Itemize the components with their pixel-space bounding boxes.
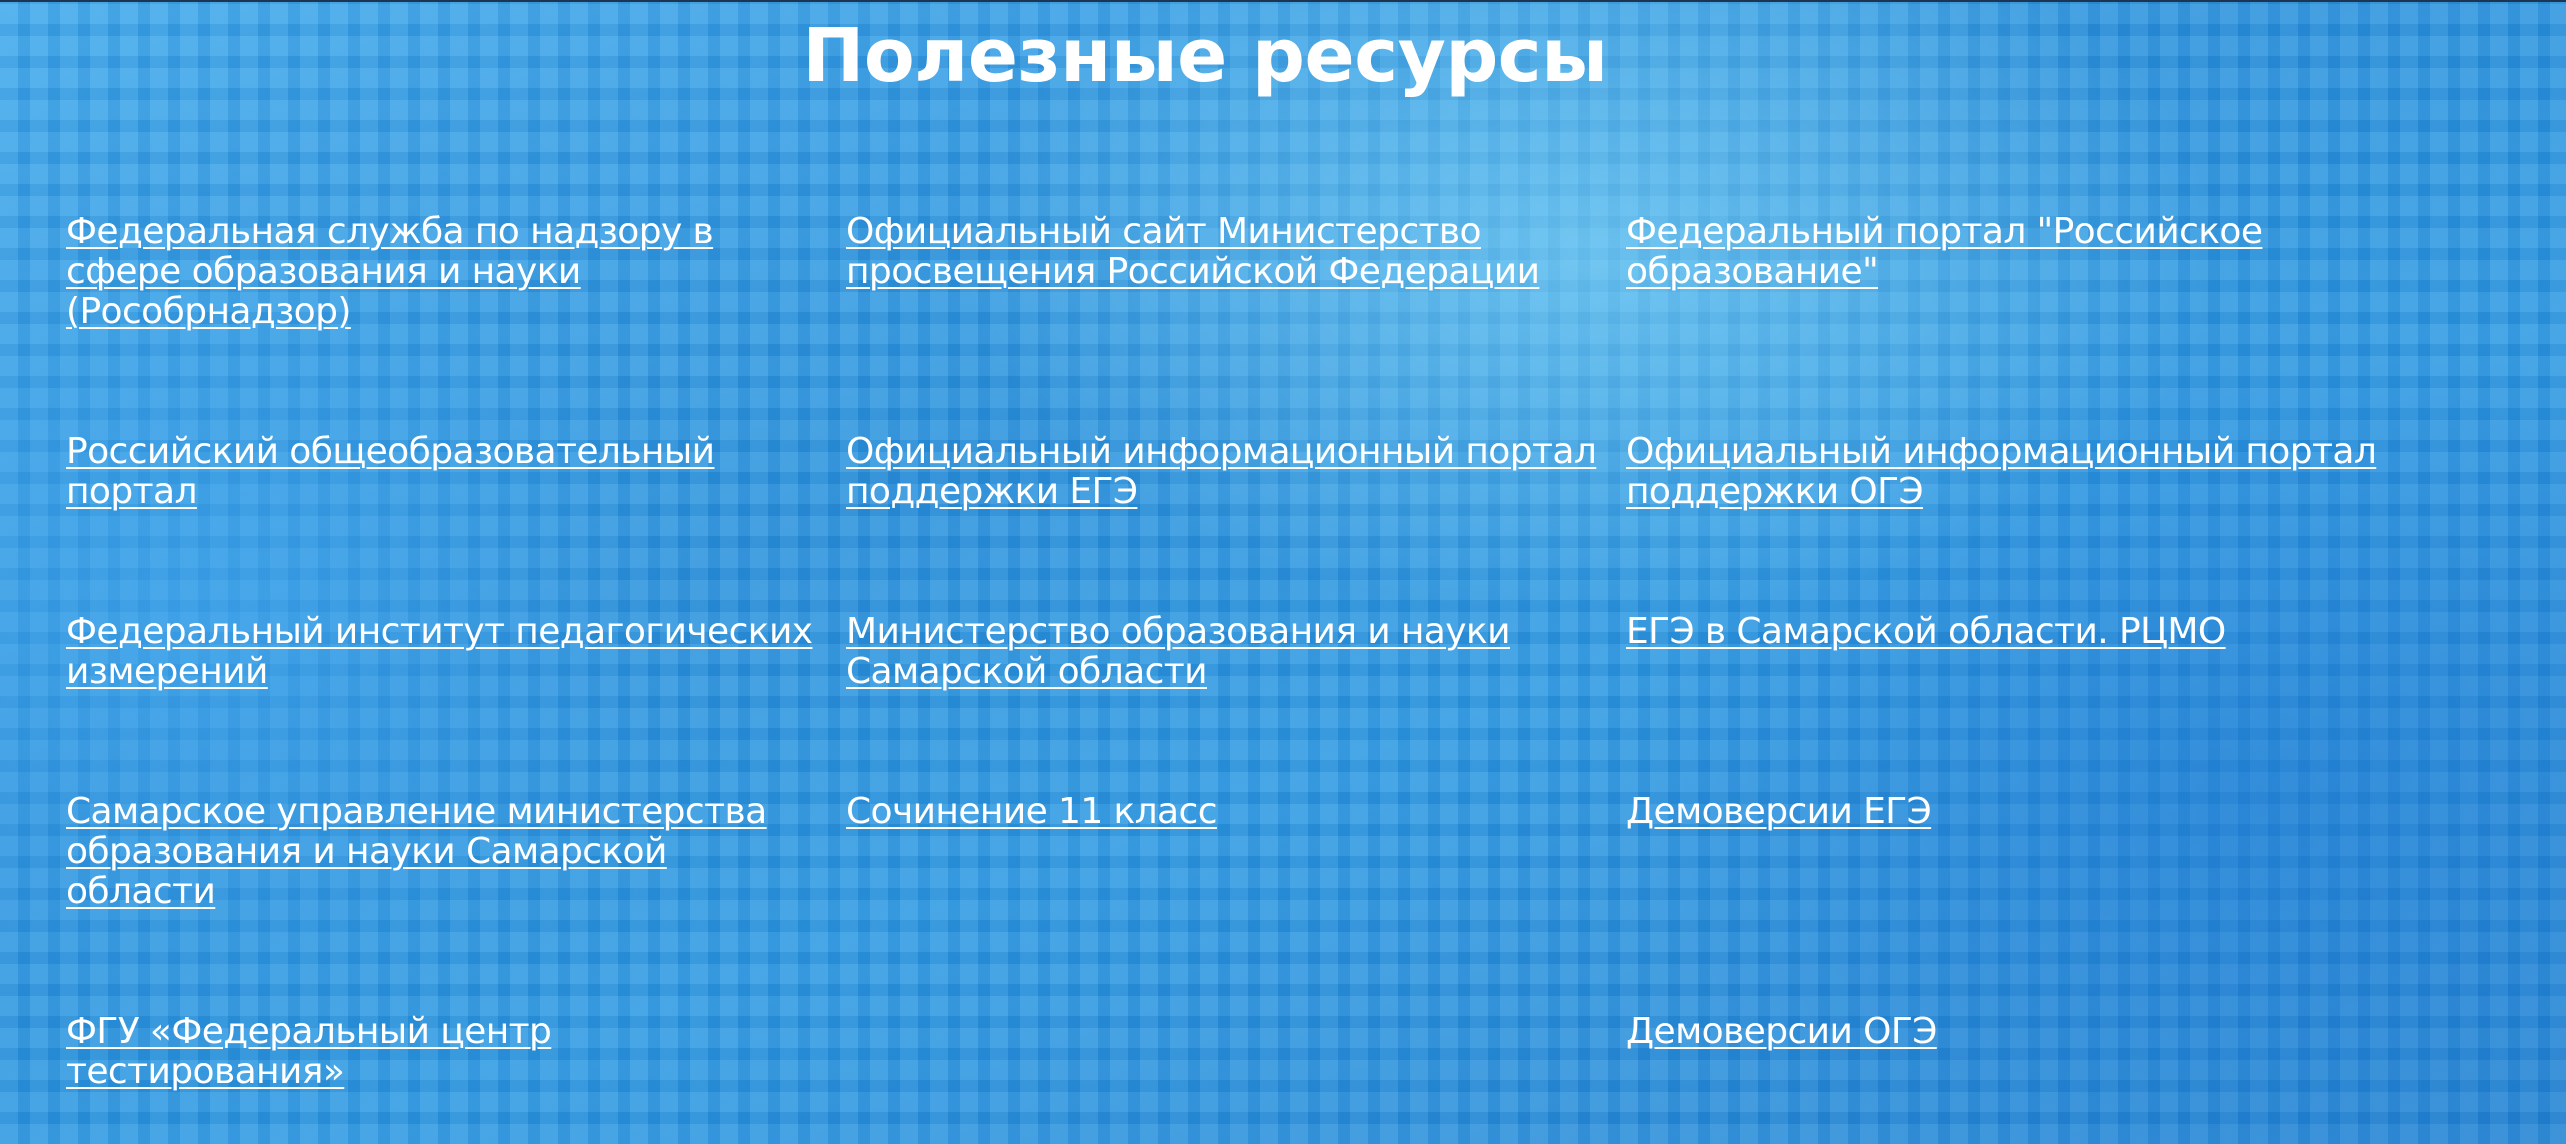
link-samara-ministry-of-education[interactable]: Министерство образования и науки Самарск… — [846, 612, 1606, 692]
link-ege-demo-versions[interactable]: Демоверсии ЕГЭ — [1626, 792, 2386, 832]
link-russian-educational-portal[interactable]: Российский общеобразовательный портал — [66, 432, 826, 512]
top-border-line — [0, 0, 2566, 2]
link-federal-testing-center[interactable]: ФГУ «Федеральный центр тестирования» — [66, 1012, 826, 1092]
link-fipi[interactable]: Федеральный институт педагогических изме… — [66, 612, 826, 692]
link-ministry-of-enlightenment[interactable]: Официальный сайт Министерство просвещени… — [846, 212, 1606, 292]
link-samara-education-department[interactable]: Самарское управление министерства образо… — [66, 792, 826, 912]
link-oge-portal[interactable]: Официальный информационный портал поддер… — [1626, 432, 2386, 512]
link-ege-samara-rcmo[interactable]: ЕГЭ в Самарской области. РЦМО — [1626, 612, 2386, 652]
page-title: Полезные ресурсы — [802, 13, 1608, 99]
link-ege-portal[interactable]: Официальный информационный портал поддер… — [846, 432, 1606, 512]
link-oge-demo-versions[interactable]: Демоверсии ОГЭ — [1626, 1012, 2386, 1052]
link-russian-education-federal-portal[interactable]: Федеральный портал "Российское образован… — [1626, 212, 2386, 292]
link-essay-grade-11[interactable]: Сочинение 11 класс — [846, 792, 1606, 832]
link-rosobrnadzor[interactable]: Федеральная служба по надзору в сфере об… — [66, 212, 826, 332]
